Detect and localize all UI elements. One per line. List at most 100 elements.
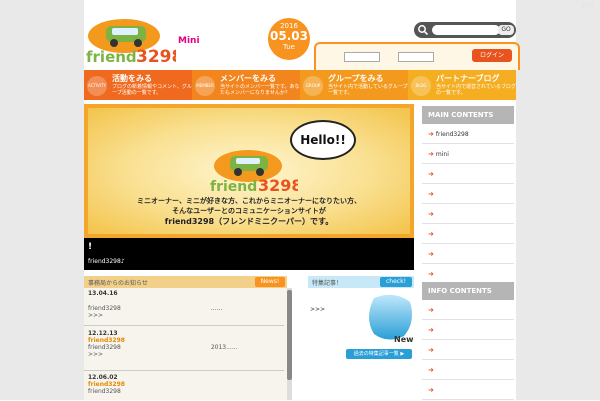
news-header: 事務局からのお知らせ News! [84, 276, 287, 288]
sidebar-item[interactable]: ➜ [422, 264, 514, 284]
feature-badge: check! [380, 277, 412, 287]
news-list: 13.04.16 friend3298...... >>> 12.12.13 f… [84, 288, 287, 400]
news-more: >>> [88, 351, 104, 358]
news-scroll-thumb[interactable] [287, 290, 292, 380]
sidebar-item[interactable]: ➜ friend3298 [422, 124, 514, 144]
main-contents-header: MAIN CONTENTS [422, 106, 514, 124]
date-badge: 2016 05.03 Tue [268, 18, 310, 60]
sidebar-item[interactable]: ➜ [422, 224, 514, 244]
nav-blog-title: パートナーブログ [436, 74, 500, 83]
arrow-icon: ➜ [428, 326, 434, 334]
login-password-field[interactable] [398, 52, 434, 62]
arrow-icon: ➜ [428, 130, 434, 138]
hero-banner[interactable]: Hello!! friend 3298 ミニオーナー、ミニが好きな方、これからミ… [84, 104, 414, 238]
arrow-icon: ➜ [428, 190, 434, 198]
new-bubble-icon[interactable]: New [364, 292, 414, 344]
search-input[interactable] [432, 25, 500, 35]
feature-header: 特集記事！ check! [308, 276, 414, 288]
news-text: friend3298...... [88, 305, 223, 312]
nav-member-desc: 当サイトのメンバー一覧です。あなたもメンバーになりませんか？ [220, 84, 300, 96]
nav-group-desc: 当サイト内で活動しているグループ一覧です。 [328, 84, 408, 96]
nav-activity-title: 活動をみる [112, 74, 152, 83]
main-nav: ACTIVITY 活動をみる ブログの新着情報やコメント、グループ活動の一覧です… [84, 70, 516, 100]
arrow-icon: ➜ [428, 270, 434, 278]
group-icon: GROUP [303, 76, 323, 96]
info-contents-list: ➜ ➜ ➜ ➜ ➜ [422, 300, 514, 400]
nav-member[interactable]: MEMBER メンバーをみる 当サイトのメンバー一覧です。あなたもメンバーになり… [192, 70, 300, 100]
main-contents-list: ➜ friend3298 ➜ mini ➜ ➜ ➜ ➜ ➜ ➜ [422, 124, 514, 284]
arrow-icon: ➜ [428, 306, 434, 314]
site-logo[interactable]: friend 3298 [84, 18, 176, 66]
svg-text:friend: friend [210, 179, 257, 194]
login-id-field[interactable] [344, 52, 380, 62]
sidebar-item[interactable]: ➜ [422, 340, 514, 360]
news-author: friend3298 [88, 381, 125, 388]
sidebar-item[interactable]: ➜ [422, 184, 514, 204]
activity-icon: ACTIVITY [87, 76, 107, 96]
nav-blog[interactable]: BLOG パートナーブログ 当サイト内で運営されているブログの一覧です。 [408, 70, 516, 100]
search-go-button[interactable]: GO [498, 25, 514, 35]
news-text: friend3298 2013...... [88, 344, 238, 351]
sidebar-item[interactable]: ➜ [422, 300, 514, 320]
arrow-icon: ➜ [428, 210, 434, 218]
sidebar-item[interactable]: ➜ [422, 380, 514, 400]
news-author: friend3298 [88, 337, 125, 344]
feature-more-arrows[interactable]: >>> [310, 306, 325, 313]
arrow-icon: ➜ [428, 366, 434, 374]
hero-logo: friend 3298 [210, 150, 298, 194]
news-badge: News! [255, 277, 285, 287]
caption-title: ! [88, 242, 93, 252]
caption-sub: friend3298♪ [88, 258, 125, 265]
arrow-icon: ➜ [428, 150, 434, 158]
news-title: 事務局からのお知らせ [88, 280, 148, 287]
news-item[interactable]: 12.06.02 friend3298 friend3298 [88, 374, 284, 395]
nav-activity-desc: ブログの新着情報やコメント、グループ活動の一覧です。 [112, 84, 192, 96]
arrow-icon: ➜ [428, 346, 434, 354]
sidebar-item[interactable]: ➜ [422, 360, 514, 380]
sidebar-item[interactable]: ➜ [422, 164, 514, 184]
nav-group-title: グループをみる [328, 74, 384, 83]
news-item[interactable]: 12.12.13 friend3298 friend3298 2013......… [88, 330, 284, 358]
arrow-icon: ➜ [428, 386, 434, 394]
news-text: friend3298 [88, 388, 121, 395]
hero-line-1: ミニオーナー、ミニが好きな方、これからミニオーナーになりたい方、 [137, 197, 361, 205]
hero-line-2: そんなユーザーとのコミュニケーションサイトが [172, 207, 326, 215]
arrow-icon: ➜ [428, 250, 434, 258]
sidebar-item[interactable]: ➜ [422, 320, 514, 340]
news-date: 12.12.13 [88, 330, 118, 337]
feature-archive-link[interactable]: 過去の特集記事一覧 ▶ [346, 349, 412, 359]
sidebar-item[interactable]: ➜ [422, 204, 514, 224]
date-weekday: Tue [283, 43, 295, 51]
member-icon: MEMBER [195, 76, 215, 96]
news-date: 12.06.02 [88, 374, 118, 381]
top-dots: :::: [581, 2, 594, 9]
nav-activity[interactable]: ACTIVITY 活動をみる ブログの新着情報やコメント、グループ活動の一覧です… [84, 70, 192, 100]
hero-caption-bar: ! friend3298♪ [84, 238, 414, 270]
hero-line-3: friend3298（フレンドミニクーパー）です。 [164, 217, 334, 226]
login-panel: ログイン [314, 42, 520, 70]
nav-member-title: メンバーをみる [220, 74, 276, 83]
nav-blog-desc: 当サイト内で運営されているブログの一覧です。 [436, 84, 516, 96]
blog-icon: BLOG [411, 76, 431, 96]
svg-text:New: New [394, 335, 414, 344]
login-button[interactable]: ログイン [472, 49, 512, 62]
feature-title: 特集記事！ [312, 280, 343, 287]
hello-bubble: Hello!! [290, 120, 356, 160]
arrow-icon: ➜ [428, 170, 434, 178]
brand-mini-label: Mini [178, 36, 200, 46]
hero-inner: Hello!! friend 3298 ミニオーナー、ミニが好きな方、これからミ… [88, 108, 410, 234]
nav-group[interactable]: GROUP グループをみる 当サイト内で活動しているグループ一覧です。 [300, 70, 408, 100]
news-divider [84, 325, 284, 326]
news-divider [84, 370, 284, 371]
search-box: GO [414, 22, 516, 38]
date-day: 05.03 [270, 29, 308, 43]
sidebar-item[interactable]: ➜ mini [422, 144, 514, 164]
info-contents-header: INFO CONTENTS [422, 282, 514, 300]
svg-text:3298: 3298 [136, 47, 176, 66]
sidebar-item[interactable]: ➜ [422, 244, 514, 264]
svg-text:3298: 3298 [258, 176, 298, 194]
arrow-icon: ➜ [428, 230, 434, 238]
news-item[interactable]: 13.04.16 friend3298...... >>> [88, 290, 284, 319]
svg-text:friend: friend [86, 48, 137, 66]
news-scrollbar[interactable] [287, 288, 292, 400]
